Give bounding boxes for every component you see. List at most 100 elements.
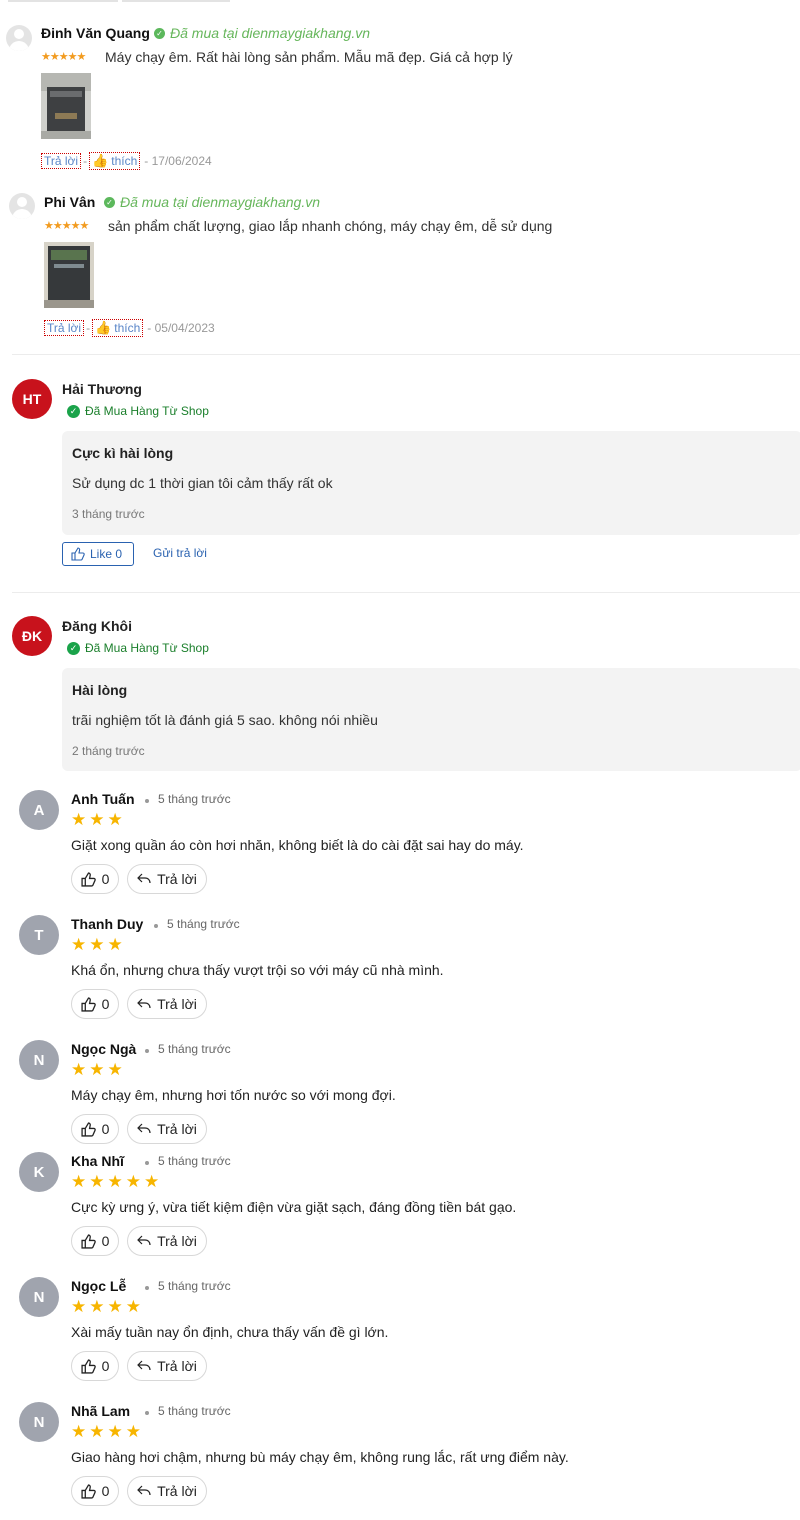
review-box: Cực kì hài lòng Sử dụng dc 1 thời gian t…	[62, 431, 800, 535]
reply-button[interactable]: Trả lời	[127, 1476, 207, 1506]
verified-purchase: ✓ Đã mua tại dienmaygiakhang.vn	[154, 25, 370, 41]
like-button[interactable]: 0	[71, 1114, 119, 1144]
verified-badge: ✓ Đã Mua Hàng Từ Shop	[67, 404, 209, 418]
reviewer-name: Hải Thương	[62, 381, 142, 397]
review-text: Cực kỳ ưng ý, vừa tiết kiệm điện vừa giặ…	[71, 1199, 517, 1215]
reply-arrow-icon	[137, 1123, 151, 1134]
verified-label: Đã mua tại dienmaygiakhang.vn	[170, 25, 371, 41]
thumbs-up-icon	[81, 1358, 96, 1374]
avatar: N	[19, 1277, 59, 1317]
reply-arrow-icon	[137, 873, 151, 884]
review-text: Giao hàng hơi chậm, nhưng bù máy chạy êm…	[71, 1449, 569, 1465]
avatar: HT	[12, 379, 52, 419]
avatar: ĐK	[12, 616, 52, 656]
top-divider-left	[8, 0, 118, 2]
check-circle-icon: ✓	[67, 641, 80, 655]
check-circle-icon: ✓	[67, 404, 80, 418]
send-reply-link[interactable]: Gửi trả lời	[153, 546, 207, 560]
thumbs-up-icon	[81, 996, 96, 1012]
top-divider-right	[122, 0, 230, 2]
reviewer-name: Thanh Duy	[71, 916, 144, 932]
reply-arrow-icon	[137, 1235, 151, 1246]
like-button[interactable]: 0	[71, 1226, 119, 1256]
verified-badge: ✓ Đã Mua Hàng Từ Shop	[67, 641, 209, 655]
thumbs-up-icon	[81, 1121, 96, 1137]
dot-separator	[154, 924, 158, 928]
reviewer-name: Phi Vân	[44, 194, 96, 210]
star-rating: ★★★	[71, 810, 126, 829]
review-date: - 05/04/2023	[147, 321, 215, 335]
dot-separator	[145, 1411, 149, 1415]
like-count: Like 0	[90, 547, 123, 561]
reviewer-name: Đăng Khôi	[62, 618, 132, 634]
like-count: 0	[101, 1483, 110, 1499]
star-rating: ★★★★★	[44, 220, 89, 232]
review-photo[interactable]	[44, 242, 94, 308]
washing-machine-photo-icon	[44, 242, 94, 308]
reviewer-name: Kha Nhĩ	[71, 1153, 124, 1169]
verified-purchase: ✓ Đã mua tại dienmaygiakhang.vn	[104, 194, 320, 210]
review-text: Máy chạy êm, nhưng hơi tốn nước so với m…	[71, 1087, 396, 1103]
review-time: 5 tháng trước	[158, 1279, 231, 1293]
review-content: Sử dụng dc 1 thời gian tôi cảm thấy rất …	[72, 475, 333, 491]
dot-separator	[145, 1161, 149, 1165]
dot-separator	[145, 1286, 149, 1290]
reviewer-name: Đinh Văn Quang	[41, 25, 150, 41]
reply-button[interactable]: Trả lời	[127, 864, 207, 894]
like-count: 0	[101, 1358, 110, 1374]
avatar: N	[19, 1402, 59, 1442]
review-text: Giặt xong quần áo còn hơi nhăn, không bi…	[71, 837, 524, 853]
like-link[interactable]: 👍 thích	[89, 152, 141, 170]
reply-label: Trả lời	[157, 1358, 197, 1374]
star-rating: ★★★★	[71, 1422, 144, 1441]
review-content: trãi nghiệm tốt là đánh giá 5 sao. không…	[72, 712, 378, 728]
check-icon: ✓	[104, 196, 115, 208]
reply-arrow-icon	[137, 998, 151, 1009]
like-button[interactable]: 0	[71, 1351, 119, 1381]
reply-button[interactable]: Trả lời	[127, 1351, 207, 1381]
dot-separator	[145, 799, 149, 803]
avatar: N	[19, 1040, 59, 1080]
like-count: 0	[101, 871, 110, 887]
review-time: 5 tháng trước	[167, 917, 240, 931]
thumbs-up-icon	[71, 547, 85, 561]
reply-link[interactable]: Trả lời	[41, 153, 82, 169]
reply-arrow-icon	[137, 1360, 151, 1371]
verified-label: Đã Mua Hàng Từ Shop	[85, 404, 209, 418]
like-button[interactable]: 0	[71, 1476, 119, 1506]
avatar-placeholder-icon	[9, 193, 35, 219]
review-time: 2 tháng trước	[72, 744, 145, 758]
review-title: Cực kì hài lòng	[72, 445, 174, 461]
thumbs-up-icon	[81, 1483, 96, 1499]
reply-button[interactable]: Trả lời	[127, 1114, 207, 1144]
like-button[interactable]: 0	[71, 864, 119, 894]
review-box: Hài lòng trãi nghiệm tốt là đánh giá 5 s…	[62, 668, 800, 771]
review-time: 3 tháng trước	[72, 507, 145, 521]
review-actions: Trả lời - 👍 thích - 17/06/2024	[41, 152, 212, 170]
star-rating: ★★★	[71, 935, 126, 954]
reply-label: Trả lời	[157, 996, 197, 1012]
like-link[interactable]: 👍 thích	[92, 319, 144, 337]
star-rating: ★★★★	[71, 1297, 144, 1316]
reply-button[interactable]: Trả lời	[127, 1226, 207, 1256]
like-button[interactable]: 0	[71, 989, 119, 1019]
thumbs-up-icon	[81, 1233, 96, 1249]
like-count: 0	[101, 996, 110, 1012]
verified-label: Đã Mua Hàng Từ Shop	[85, 641, 209, 655]
star-rating: ★★★★★	[71, 1172, 163, 1191]
reply-label: Trả lời	[157, 871, 197, 887]
reply-link[interactable]: Trả lời	[44, 320, 85, 336]
star-rating: ★★★★★	[41, 51, 86, 63]
review-photo[interactable]	[41, 73, 91, 139]
avatar: A	[19, 790, 59, 830]
review-text: Khá ổn, nhưng chưa thấy vượt trội so với…	[71, 962, 444, 978]
avatar: T	[19, 915, 59, 955]
like-label: thích	[111, 154, 138, 168]
reply-button[interactable]: Trả lời	[127, 989, 207, 1019]
reply-label: Trả lời	[157, 1483, 197, 1499]
reply-label: Trả lời	[157, 1121, 197, 1137]
star-rating: ★★★	[71, 1060, 126, 1079]
reviewer-name: Ngọc Ngà	[71, 1041, 137, 1057]
review-actions: Trả lời - 👍 thích - 05/04/2023	[44, 319, 215, 337]
like-button[interactable]: Like 0	[62, 542, 134, 566]
